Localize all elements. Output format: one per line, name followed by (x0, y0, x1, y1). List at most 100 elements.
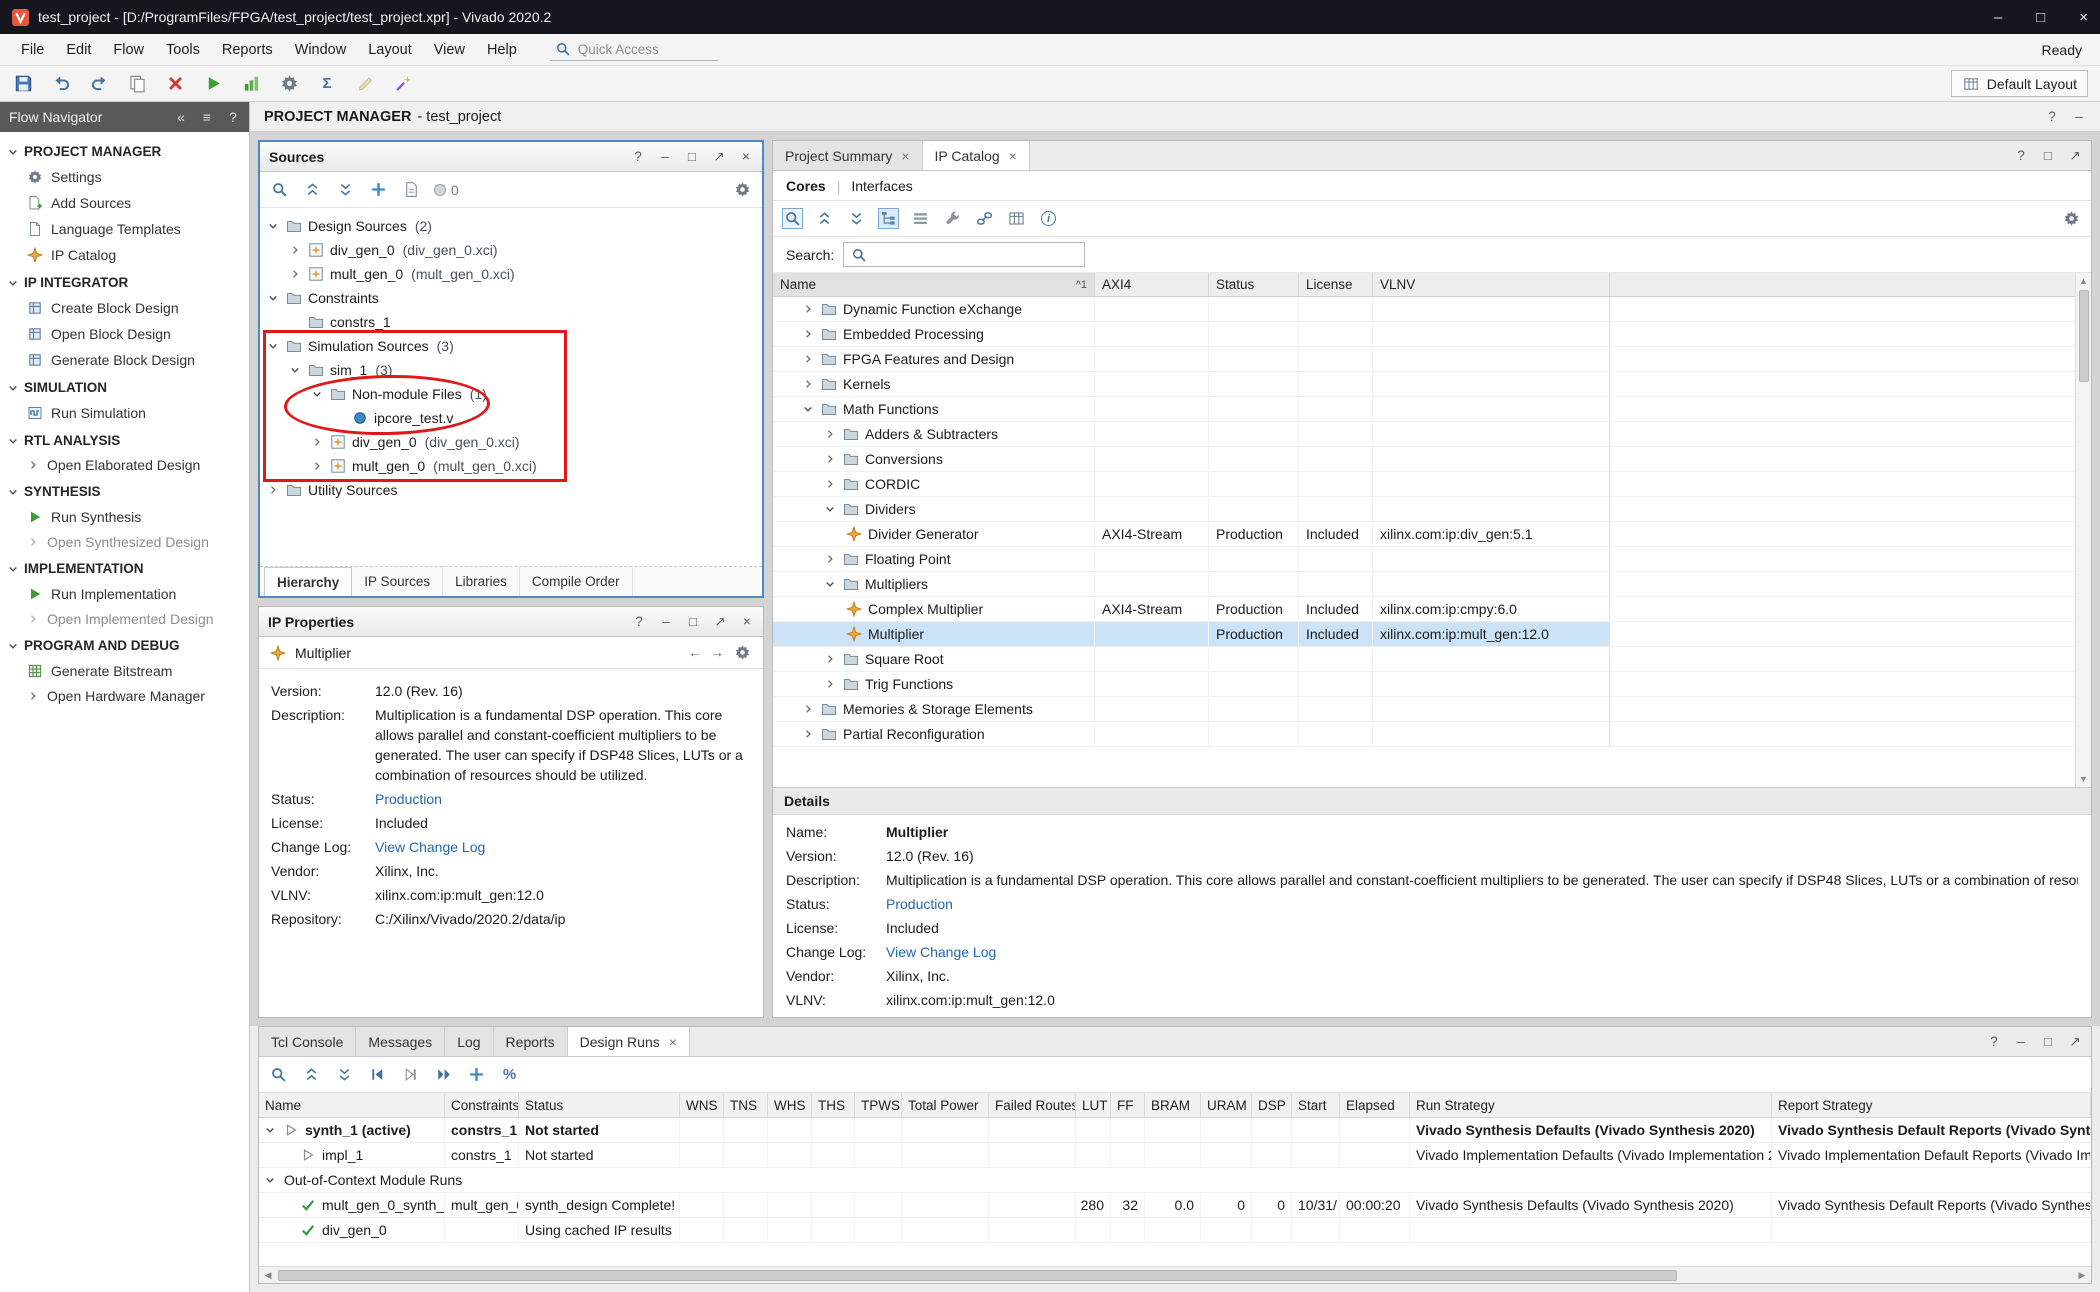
minimize-icon[interactable]: – (659, 614, 673, 629)
settings-icon[interactable] (2061, 208, 2082, 229)
chev-down-icon[interactable] (288, 363, 302, 377)
chev-down-icon[interactable] (823, 502, 837, 516)
flow-item-settings[interactable]: Settings (0, 164, 249, 190)
flat-icon[interactable] (910, 208, 931, 229)
maximize-icon[interactable]: □ (686, 614, 700, 629)
float-icon[interactable]: ↗ (712, 149, 726, 165)
flow-item-open-block-design[interactable]: Open Block Design (0, 321, 249, 347)
add-icon[interactable] (368, 179, 389, 200)
wand-icon[interactable] (392, 73, 414, 95)
close-icon[interactable]: × (739, 149, 753, 164)
quick-access-search[interactable]: Quick Access (550, 38, 718, 61)
forward-icon[interactable]: → (710, 645, 724, 660)
chev-down-icon[interactable] (266, 339, 280, 353)
percent-icon[interactable]: % (499, 1064, 520, 1085)
add-icon[interactable] (466, 1064, 487, 1085)
menu-flow[interactable]: Flow (102, 37, 155, 63)
bottom-tab-reports[interactable]: Reports (494, 1027, 568, 1056)
expand-all-icon[interactable] (846, 208, 867, 229)
runs-row-synth-1-active[interactable]: synth_1 (active)constrs_1Not startedViva… (259, 1118, 2091, 1143)
source-item-div-gen-0[interactable]: div_gen_0(div_gen_0.xci) (260, 238, 762, 262)
save-icon[interactable] (12, 73, 34, 95)
close-icon[interactable]: × (901, 148, 909, 164)
copy-icon[interactable] (126, 73, 148, 95)
minimize-window-icon[interactable]: – (1994, 9, 2002, 26)
collapse-all-icon[interactable] (301, 1064, 322, 1085)
customize-icon[interactable] (942, 208, 963, 229)
runs-column-ths[interactable]: THS (812, 1093, 855, 1117)
collapse-panel-icon[interactable]: « (174, 110, 188, 125)
chev-right-icon[interactable] (801, 302, 815, 316)
source-item-utility-sources[interactable]: Utility Sources (260, 478, 762, 502)
help-icon[interactable]: ? (1987, 1034, 2001, 1049)
catalog-row-multiplier[interactable]: MultiplierProductionIncludedxilinx.com:i… (773, 622, 2075, 647)
source-item-constrs-1[interactable]: constrs_1 (260, 310, 762, 334)
catalog-search-input[interactable] (843, 242, 1085, 267)
chev-right-icon[interactable] (801, 327, 815, 341)
layout-selector[interactable]: Default Layout (1951, 70, 2088, 97)
flow-item-create-block-design[interactable]: Create Block Design (0, 295, 249, 321)
help-icon[interactable]: ? (2014, 148, 2028, 163)
close-window-icon[interactable]: × (2079, 9, 2088, 26)
catalog-column-name[interactable]: Name^1 (773, 273, 1095, 296)
run-icon[interactable] (202, 73, 224, 95)
undo-icon[interactable] (50, 73, 72, 95)
chev-down-icon[interactable] (263, 1123, 277, 1137)
chev-right-icon[interactable] (310, 459, 324, 473)
search-icon[interactable] (782, 208, 803, 229)
horizontal-scrollbar[interactable]: ◀ ▶ (259, 1266, 2091, 1283)
info-icon[interactable]: i (1038, 208, 1059, 229)
bottom-tab-design-runs[interactable]: Design Runs× (568, 1027, 690, 1056)
runs-column-run-strategy[interactable]: Run Strategy (1410, 1093, 1772, 1117)
tab-project-summary[interactable]: Project Summary× (773, 141, 923, 170)
help-icon[interactable]: ? (226, 110, 240, 125)
scrollbar-thumb[interactable] (2079, 290, 2089, 382)
flow-item-generate-block-design[interactable]: Generate Block Design (0, 347, 249, 373)
source-item-design-sources[interactable]: Design Sources(2) (260, 214, 762, 238)
source-item-constraints[interactable]: Constraints (260, 286, 762, 310)
sources-tab-ip-sources[interactable]: IP Sources (352, 567, 443, 596)
bottom-tab-tcl-console[interactable]: Tcl Console (259, 1027, 356, 1056)
runs-column-constraints[interactable]: Constraints (445, 1093, 519, 1117)
catalog-row-multipliers[interactable]: Multipliers (773, 572, 2075, 597)
catalog-row-kernels[interactable]: Kernels (773, 372, 2075, 397)
runs-group-out-of-context-module-runs[interactable]: Out-of-Context Module Runs (259, 1168, 2091, 1193)
minimize-icon[interactable]: – (2072, 109, 2086, 124)
runs-column-wns[interactable]: WNS (680, 1093, 724, 1117)
runs-column-status[interactable]: Status (519, 1093, 680, 1117)
details-value-change-log[interactable]: View Change Log (886, 940, 2078, 964)
maximize-icon[interactable]: □ (2041, 148, 2055, 163)
menu-view[interactable]: View (423, 37, 476, 63)
search-icon[interactable] (268, 1064, 289, 1085)
chev-down-icon[interactable] (801, 402, 815, 416)
flow-section-header-implementation[interactable]: IMPLEMENTATION (0, 554, 249, 581)
subtab-interfaces[interactable]: Interfaces (851, 178, 912, 194)
chev-right-icon[interactable] (801, 352, 815, 366)
flow-item-add-sources[interactable]: Add Sources (0, 190, 249, 216)
source-item-div-gen-0[interactable]: div_gen_0(div_gen_0.xci) (260, 430, 762, 454)
chev-down-icon[interactable] (263, 1173, 277, 1187)
chev-right-icon[interactable] (823, 427, 837, 441)
catalog-row-fpga-features-and-design[interactable]: FPGA Features and Design (773, 347, 2075, 372)
flow-item-run-synthesis[interactable]: Run Synthesis (0, 504, 249, 530)
chev-right-icon[interactable] (823, 552, 837, 566)
menu-tools[interactable]: Tools (155, 37, 211, 63)
flow-section-header-program-and-debug[interactable]: PROGRAM AND DEBUG (0, 631, 249, 658)
scroll-left-icon[interactable]: ◀ (259, 1270, 277, 1281)
catalog-row-dynamic-function-exchange[interactable]: Dynamic Function eXchange (773, 297, 2075, 322)
catalog-row-floating-point[interactable]: Floating Point (773, 547, 2075, 572)
runs-column-tpws[interactable]: TPWS (855, 1093, 902, 1117)
runs-column-elapsed[interactable]: Elapsed (1340, 1093, 1410, 1117)
hierarchy-icon[interactable] (878, 208, 899, 229)
runs-column-ff[interactable]: FF (1111, 1093, 1145, 1117)
flow-section-header-project-manager[interactable]: PROJECT MANAGER (0, 137, 249, 164)
link-icon[interactable] (974, 208, 995, 229)
help-icon[interactable]: ? (2045, 109, 2059, 124)
expand-all-icon[interactable] (335, 179, 356, 200)
catalog-row-adders-subtracters[interactable]: Adders & Subtracters (773, 422, 2075, 447)
source-item-simulation-sources[interactable]: Simulation Sources(3) (260, 334, 762, 358)
chev-right-icon[interactable] (823, 677, 837, 691)
menu-help[interactable]: Help (476, 37, 528, 63)
catalog-vertical-scrollbar[interactable]: ▲ ▼ (2075, 273, 2091, 787)
help-icon[interactable]: ? (631, 149, 645, 164)
